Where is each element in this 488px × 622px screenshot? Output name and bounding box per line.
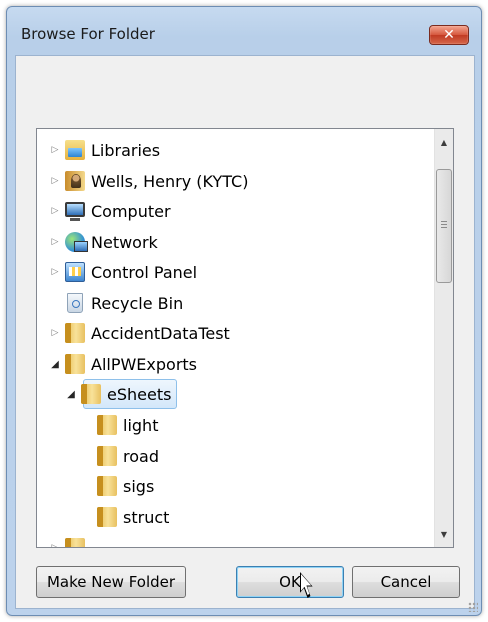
tree-item-label: struct (123, 507, 170, 527)
tree-item-computer[interactable]: ▷ Computer (49, 198, 171, 224)
tree-item-allpwexports[interactable]: ◢ AllPWExports (49, 351, 197, 377)
tree-item-user[interactable]: ▷ Wells, Henry (KYTC) (49, 168, 248, 194)
scrollbar-grip-icon (441, 221, 447, 230)
scrollbar-thumb[interactable] (436, 169, 452, 283)
tree-item-label: Recycle Bin (91, 293, 184, 313)
folder-icon (97, 476, 117, 496)
scroll-down-button[interactable]: ▼ (435, 525, 453, 543)
tree-item-struct[interactable]: struct (97, 504, 169, 530)
tree-item-partially-hidden[interactable]: ▷ (49, 535, 91, 547)
ok-button[interactable]: OK (236, 566, 344, 598)
tree-item-label: light (123, 415, 159, 435)
expand-arrow-icon[interactable]: ▷ (49, 542, 61, 547)
folder-tree-viewport: ▷ Libraries ▷ Wells, Henry (KYTC) ▷ Comp… (37, 129, 435, 547)
tree-item-label: Libraries (91, 140, 161, 160)
collapse-arrow-icon[interactable]: ◢ (49, 358, 61, 370)
scroll-down-arrow-icon: ▼ (440, 529, 448, 539)
cancel-button[interactable]: Cancel (352, 566, 460, 598)
scroll-up-arrow-icon: ▲ (440, 137, 448, 147)
tree-item-label: road (123, 446, 159, 466)
close-button[interactable]: ✕ (429, 25, 469, 45)
recycle-bin-icon (67, 293, 83, 313)
tree-item-light[interactable]: light (97, 412, 158, 438)
libraries-icon (65, 140, 85, 160)
tree-item-label: AccidentDataTest (91, 323, 230, 343)
network-icon (65, 232, 88, 252)
dialog-title: Browse For Folder (21, 25, 155, 43)
expand-arrow-icon[interactable]: ▷ (49, 175, 61, 187)
folder-icon (97, 415, 117, 435)
tree-item-sigs[interactable]: sigs (97, 473, 154, 499)
tree-item-network[interactable]: ▷ Network (49, 229, 158, 255)
folder-icon (65, 354, 85, 374)
expand-arrow-icon[interactable]: ▷ (49, 205, 61, 217)
vertical-scrollbar[interactable]: ▲ ▼ (434, 129, 453, 547)
folder-icon (65, 538, 85, 547)
folder-icon (97, 507, 117, 527)
expand-arrow-icon[interactable]: ▷ (49, 266, 61, 278)
folder-icon (97, 446, 117, 466)
control-panel-icon (65, 262, 85, 282)
tree-item-control-panel[interactable]: ▷ Control Panel (49, 259, 197, 285)
tree-item-accidentdatatest[interactable]: ▷ AccidentDataTest (49, 320, 230, 346)
tree-item-label: Wells, Henry (KYTC) (91, 171, 249, 191)
tree-item-label: AllPWExports (91, 354, 198, 374)
tree-item-esheets[interactable]: ◢ eSheets (65, 381, 171, 407)
tree-item-label: sigs (123, 476, 155, 496)
tree-item-label: Computer (91, 201, 171, 221)
folder-tree[interactable]: ▷ Libraries ▷ Wells, Henry (KYTC) ▷ Comp… (36, 128, 454, 548)
folder-icon (81, 384, 101, 404)
close-icon: ✕ (443, 27, 455, 43)
folder-icon (65, 323, 85, 343)
tree-item-recycle-bin[interactable]: Recycle Bin (65, 290, 183, 316)
computer-icon (65, 202, 85, 221)
tree-item-label: Control Panel (91, 262, 198, 282)
tree-item-label: Network (91, 232, 158, 252)
expand-arrow-icon[interactable]: ▷ (49, 236, 61, 248)
make-new-folder-button[interactable]: Make New Folder (36, 566, 186, 598)
collapse-arrow-icon[interactable]: ◢ (65, 388, 77, 400)
resize-grip-icon[interactable] (468, 602, 478, 612)
tree-item-libraries[interactable]: ▷ Libraries (49, 137, 160, 163)
tree-item-label: eSheets (107, 384, 172, 404)
user-folder-icon (65, 171, 85, 191)
expand-arrow-icon[interactable]: ▷ (49, 327, 61, 339)
expand-arrow-icon[interactable]: ▷ (49, 144, 61, 156)
tree-item-road[interactable]: road (97, 443, 159, 469)
scroll-up-button[interactable]: ▲ (435, 133, 453, 151)
